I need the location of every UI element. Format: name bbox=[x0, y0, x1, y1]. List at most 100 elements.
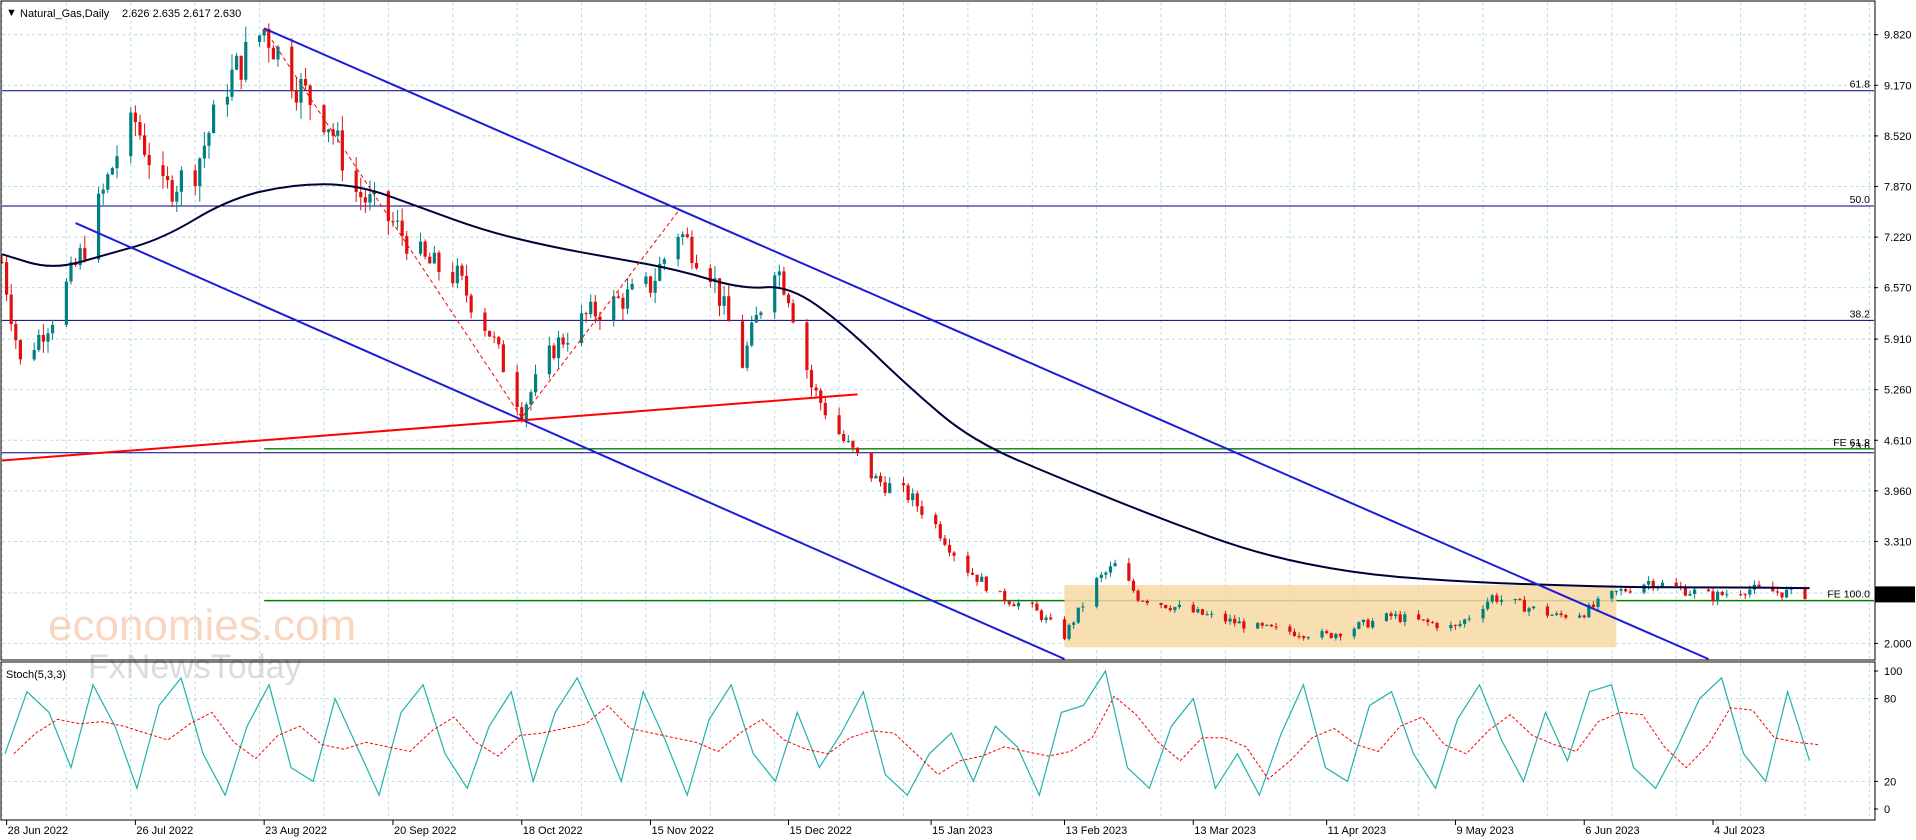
stoch-tick-label: 80 bbox=[1884, 694, 1896, 706]
candle-body bbox=[1739, 594, 1743, 596]
candle-body bbox=[359, 191, 363, 198]
candle-body bbox=[1274, 626, 1278, 628]
candle bbox=[50, 319, 55, 340]
candle-body bbox=[1417, 614, 1421, 620]
candle bbox=[1095, 576, 1099, 609]
candle-body bbox=[400, 220, 404, 236]
candle-body bbox=[584, 313, 588, 315]
candle-body bbox=[1555, 613, 1559, 615]
candle-body bbox=[1389, 613, 1393, 617]
time-tick-label: 9 May 2023 bbox=[1456, 825, 1513, 837]
candle-body bbox=[1559, 613, 1563, 616]
candle bbox=[998, 590, 1002, 592]
candle-body bbox=[561, 337, 565, 345]
candle-body bbox=[1467, 618, 1471, 620]
candle bbox=[584, 311, 588, 323]
candle-body bbox=[630, 283, 634, 290]
candle bbox=[225, 84, 229, 117]
candle-body bbox=[18, 340, 22, 360]
candle-body bbox=[1513, 598, 1517, 600]
time-tick-label: 15 Nov 2022 bbox=[652, 825, 714, 837]
candle bbox=[952, 551, 956, 562]
candle-body bbox=[303, 79, 308, 86]
candle bbox=[230, 54, 234, 101]
candle bbox=[170, 175, 174, 208]
candle bbox=[809, 364, 814, 397]
candle-body bbox=[791, 303, 795, 323]
candle bbox=[621, 293, 625, 321]
candle bbox=[556, 330, 561, 369]
candle bbox=[354, 157, 358, 203]
candle-body bbox=[464, 275, 469, 296]
candle-body bbox=[556, 337, 561, 359]
candle-body bbox=[395, 220, 400, 222]
candle-body bbox=[161, 165, 165, 177]
candle bbox=[1725, 589, 1729, 599]
candle bbox=[1693, 587, 1697, 599]
candle bbox=[644, 272, 648, 288]
candle-body bbox=[984, 576, 988, 591]
candle-body bbox=[1099, 574, 1103, 578]
candle bbox=[616, 291, 620, 299]
candle bbox=[681, 231, 685, 246]
candle-body bbox=[1338, 633, 1343, 637]
candle-body bbox=[1596, 598, 1600, 607]
candle-body bbox=[1334, 633, 1338, 639]
candle bbox=[32, 342, 36, 362]
candle-body bbox=[1780, 592, 1784, 598]
candle-body bbox=[1371, 620, 1375, 628]
candle bbox=[648, 275, 653, 298]
candle bbox=[294, 77, 298, 111]
candle bbox=[322, 104, 326, 136]
candle bbox=[483, 307, 487, 337]
candle bbox=[363, 189, 367, 213]
candle-body bbox=[685, 234, 689, 237]
candle-body bbox=[598, 316, 602, 321]
candle bbox=[984, 575, 988, 593]
time-tick-label: 28 Jun 2022 bbox=[8, 825, 69, 837]
candle bbox=[805, 319, 809, 379]
candle bbox=[676, 233, 680, 267]
candle-body bbox=[1177, 604, 1182, 607]
candle bbox=[1131, 578, 1136, 593]
candle-body bbox=[938, 524, 942, 539]
candle bbox=[911, 488, 915, 507]
price-tick-label: 5.260 bbox=[1884, 385, 1912, 397]
candle bbox=[1587, 602, 1591, 619]
candle-body bbox=[1683, 587, 1688, 596]
candle-body bbox=[690, 236, 694, 263]
candle-body bbox=[432, 252, 436, 264]
candle bbox=[869, 452, 873, 482]
candle bbox=[524, 402, 528, 428]
candle-body bbox=[1430, 622, 1435, 624]
candle-body bbox=[1067, 624, 1071, 639]
candle-body bbox=[966, 555, 970, 573]
candle bbox=[1076, 607, 1080, 625]
candle-body bbox=[170, 180, 174, 202]
chart-menu-triangle[interactable]: ▼ bbox=[6, 7, 17, 19]
candle-body bbox=[46, 333, 50, 342]
candle-body bbox=[888, 483, 892, 493]
candle bbox=[451, 262, 455, 288]
candle-body bbox=[1463, 619, 1467, 624]
candle bbox=[782, 266, 786, 296]
candle bbox=[980, 573, 984, 582]
candle-body bbox=[911, 493, 915, 501]
candle-body bbox=[354, 170, 358, 192]
candle-body bbox=[920, 506, 924, 515]
fib-label: FE 100.0 bbox=[1827, 589, 1870, 601]
candle-body bbox=[106, 174, 110, 190]
time-tick-label: 13 Mar 2023 bbox=[1194, 825, 1256, 837]
candle-body bbox=[32, 349, 36, 360]
candle-body bbox=[1660, 582, 1665, 587]
candle-body bbox=[952, 552, 956, 556]
candle-body bbox=[492, 336, 496, 338]
candle bbox=[878, 472, 883, 487]
candle-body bbox=[1062, 619, 1067, 639]
candle-body bbox=[1200, 609, 1205, 615]
candle bbox=[432, 246, 436, 264]
candle-body bbox=[1168, 608, 1172, 611]
channel-lower-line bbox=[75, 222, 1065, 660]
candle bbox=[855, 447, 860, 457]
candle-body bbox=[943, 538, 947, 545]
